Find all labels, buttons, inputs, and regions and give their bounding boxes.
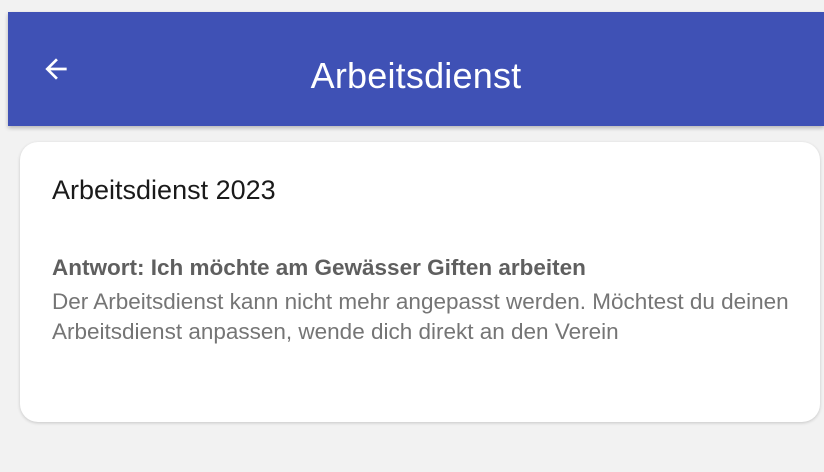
card-title: Arbeitsdienst 2023	[52, 175, 276, 205]
status-bar-area	[0, 0, 824, 12]
page-title: Arbeitsdienst	[310, 55, 522, 96]
info-text: Der Arbeitsdienst kann nicht mehr angepa…	[52, 289, 789, 344]
answer-text: Antwort: Ich möchte am Gewässer Giften a…	[52, 255, 586, 280]
screen: Arbeitsdienst Arbeitsdienst 2023 Antwort…	[0, 0, 824, 472]
work-duty-card[interactable]: Arbeitsdienst 2023 Antwort: Ich möchte a…	[20, 142, 820, 422]
app-bar: Arbeitsdienst	[8, 12, 824, 126]
